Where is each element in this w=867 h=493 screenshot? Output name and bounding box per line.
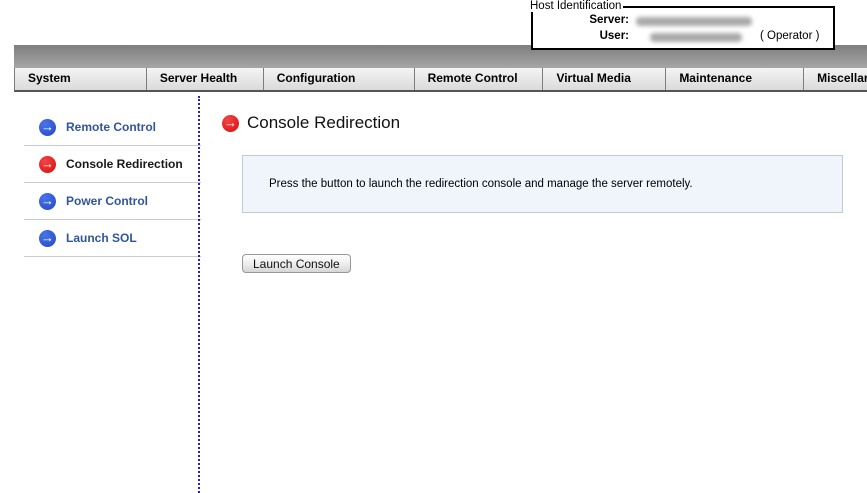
sidebar-item-label: Power Control xyxy=(66,194,149,208)
server-value-redacted xyxy=(636,17,752,26)
console-redirection-page: Host Identification Server: User: ( Oper… xyxy=(0,0,867,493)
page-heading: → Console Redirection xyxy=(222,113,400,133)
sidebar-item-label: Launch SOL xyxy=(66,231,137,245)
page-title: Console Redirection xyxy=(247,113,401,132)
launch-console-button[interactable]: Launch Console xyxy=(242,254,351,273)
sidebar-item-console-redirection[interactable]: → Console Redirection xyxy=(24,146,201,183)
tab-remote-control[interactable]: Remote Control xyxy=(415,68,544,90)
arrow-right-icon: → xyxy=(39,118,56,136)
sidebar-item-label: Remote Control xyxy=(66,120,156,134)
arrow-right-icon: → xyxy=(39,155,56,173)
info-text: Press the button to launch the redirecti… xyxy=(269,178,693,190)
arrow-right-icon: → xyxy=(222,114,239,132)
sidebar-menu: → Remote Control → Console Redirection →… xyxy=(24,109,201,257)
tab-maintenance[interactable]: Maintenance xyxy=(666,68,805,90)
sidebar-content-divider xyxy=(198,96,200,493)
user-value-redacted xyxy=(650,33,742,42)
sidebar-item-label: Console Redirection xyxy=(66,157,183,171)
info-box: Press the button to launch the redirecti… xyxy=(242,155,843,213)
sidebar-item-remote-control[interactable]: → Remote Control xyxy=(24,109,201,146)
host-identification-panel: Host Identification Server: User: ( Oper… xyxy=(528,0,835,50)
sidebar-item-power-control[interactable]: → Power Control xyxy=(24,183,201,220)
sidebar-item-launch-sol[interactable]: → Launch SOL xyxy=(24,220,201,257)
arrow-right-icon: → xyxy=(39,229,56,247)
host-identification-legend: Host Identification xyxy=(528,0,624,12)
tab-virtual-media[interactable]: Virtual Media xyxy=(543,68,667,90)
tab-miscellaneous[interactable]: Miscellaneous xyxy=(804,68,867,90)
tab-server-health[interactable]: Server Health xyxy=(147,68,264,90)
main-nav-tabbar: System Server Health Configuration Remot… xyxy=(14,68,867,92)
server-label: Server: xyxy=(589,14,629,26)
tab-system[interactable]: System xyxy=(15,68,147,90)
arrow-right-icon: → xyxy=(39,192,56,210)
tab-configuration[interactable]: Configuration xyxy=(264,68,415,90)
operator-role-note: ( Operator ) xyxy=(760,30,820,42)
user-label: User: xyxy=(599,30,629,42)
